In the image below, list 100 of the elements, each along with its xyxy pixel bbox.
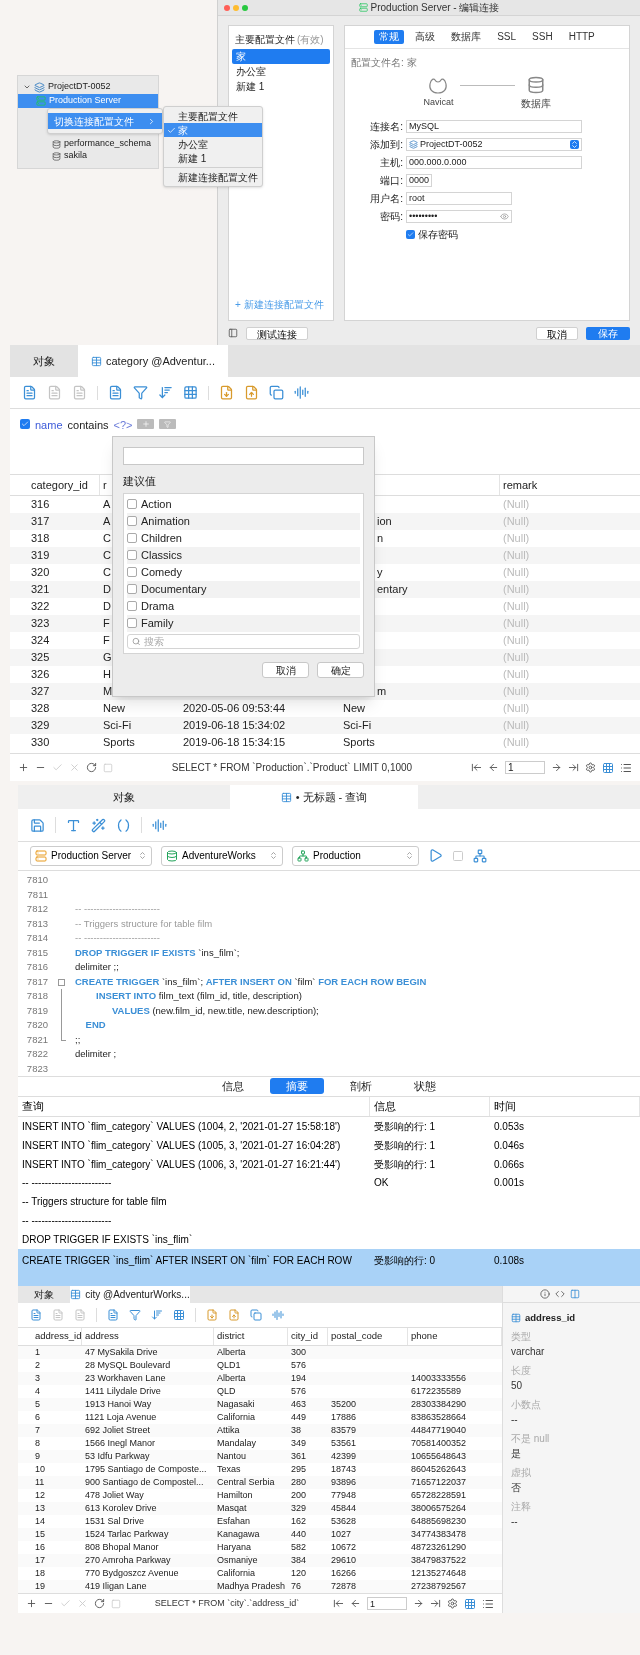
tab[interactable]: 状態 <box>398 1078 452 1095</box>
tab[interactable]: 高级 <box>410 30 441 44</box>
stop-icon[interactable] <box>452 849 464 862</box>
record-icon[interactable] <box>52 1309 64 1321</box>
column-header[interactable]: r <box>103 476 107 494</box>
tab[interactable]: category @Adventur... <box>78 345 228 377</box>
column-header[interactable]: phone <box>411 1329 438 1344</box>
add-icon[interactable] <box>26 1598 37 1609</box>
apply-filter-button[interactable] <box>159 419 177 429</box>
ok-button[interactable]: 确定 <box>317 661 364 678</box>
input-field[interactable]: ••••••••• <box>406 210 512 223</box>
record-icon[interactable] <box>74 1309 86 1321</box>
tab[interactable]: 摘要 <box>270 1078 324 1095</box>
select-field[interactable]: ProjectDT-0052 <box>406 138 582 151</box>
tab[interactable]: SSL <box>492 30 522 44</box>
previous-icon[interactable] <box>350 1598 361 1609</box>
filter-value[interactable]: <?> <box>113 417 133 434</box>
info-icon[interactable] <box>540 1289 550 1299</box>
magic-wand-icon[interactable] <box>91 817 106 833</box>
tree-item[interactable]: performance_schema <box>18 138 158 150</box>
tab[interactable]: 对象 <box>18 1286 70 1303</box>
menu-item[interactable]: 新建 1 <box>164 151 262 165</box>
menu-item[interactable]: 主要配置文件 <box>164 109 262 123</box>
tab[interactable]: 数据库 <box>446 30 487 44</box>
sidebar-icon[interactable] <box>228 328 238 338</box>
column-header[interactable]: category_id <box>31 476 88 494</box>
next-icon[interactable] <box>551 762 562 773</box>
next-icon[interactable] <box>413 1598 424 1609</box>
result-row[interactable]: -- ------------------------ OK 0.001s <box>18 1173 640 1193</box>
column-header[interactable]: 信息 <box>374 1098 396 1115</box>
page-field[interactable]: 1 <box>367 1597 407 1610</box>
cancel-button[interactable]: 取消 <box>262 661 309 678</box>
menu-item[interactable]: 新建连接配置文件 <box>164 170 262 184</box>
save-icon[interactable] <box>30 817 45 833</box>
settings-icon[interactable] <box>447 1598 458 1609</box>
input-field[interactable]: MySQL <box>406 120 582 133</box>
export-icon[interactable] <box>244 385 259 400</box>
tab[interactable]: HTTP <box>563 30 600 44</box>
tab[interactable]: city @AdventurWorks... <box>70 1286 190 1303</box>
column-header[interactable]: district <box>217 1329 245 1344</box>
previous-icon[interactable] <box>488 762 499 773</box>
filter-operator[interactable]: contains <box>67 417 109 434</box>
add-filter-button[interactable] <box>137 419 155 429</box>
checkbox[interactable] <box>127 567 137 577</box>
result-row[interactable]: -- ------------------------ <box>18 1211 640 1231</box>
tab[interactable]: 对象 <box>18 785 230 810</box>
record-icon[interactable] <box>72 385 87 400</box>
tab[interactable]: 剖析 <box>334 1078 388 1095</box>
grid-icon[interactable] <box>173 1309 185 1321</box>
column-header[interactable]: 时间 <box>494 1098 516 1115</box>
input-field[interactable] <box>123 447 364 465</box>
option-item[interactable]: Children <box>127 529 360 547</box>
copy-icon[interactable] <box>250 1309 262 1321</box>
explain-icon[interactable] <box>473 848 487 863</box>
checkbox[interactable] <box>127 516 137 526</box>
select-field[interactable]: Production Server <box>30 845 152 866</box>
sort-icon[interactable] <box>151 1309 163 1321</box>
chart-icon[interactable] <box>152 817 167 833</box>
option-item[interactable]: Documentary <box>127 580 360 598</box>
column-header[interactable]: 查询 <box>22 1098 44 1115</box>
refresh-icon[interactable] <box>94 1598 105 1609</box>
first-page-icon[interactable] <box>333 1598 344 1609</box>
column-header[interactable]: postal_code <box>331 1329 383 1344</box>
profile-item[interactable]: 办公室 <box>232 64 330 79</box>
select-field[interactable]: AdventureWorks <box>161 845 283 866</box>
form-view-icon[interactable] <box>482 1597 494 1610</box>
filter-icon[interactable] <box>129 1309 141 1321</box>
parentheses-icon[interactable] <box>116 817 131 833</box>
select-field[interactable]: Production <box>292 845 419 866</box>
checkbox[interactable] <box>127 533 137 543</box>
tree-item[interactable]: sakila <box>18 150 158 162</box>
grid-view-icon[interactable] <box>464 1597 476 1610</box>
last-page-icon[interactable] <box>430 1598 441 1609</box>
input-field[interactable]: root <box>406 192 512 205</box>
copy-icon[interactable] <box>269 385 284 400</box>
filter-icon[interactable] <box>133 385 148 400</box>
form-view-icon[interactable] <box>620 761 632 774</box>
result-row[interactable]: CREATE TRIGGER `ins_flim` AFTER INSERT ON `film` FOR EACH ROW 受影响的行: 0 0.108s <box>18 1249 640 1286</box>
tab[interactable]: 信息 <box>206 1078 260 1095</box>
run-icon[interactable] <box>428 848 443 864</box>
cancel-button[interactable]: 取消 <box>536 326 578 340</box>
chart-icon[interactable] <box>294 385 309 400</box>
add-record-icon[interactable] <box>30 1309 42 1321</box>
option-item[interactable]: Comedy <box>127 563 360 581</box>
tab[interactable]: • 无标题 - 查询 <box>230 785 418 810</box>
document-icon[interactable] <box>107 1309 119 1321</box>
first-page-icon[interactable] <box>471 762 482 773</box>
column-header[interactable]: remark <box>503 476 538 494</box>
tab[interactable]: SSH <box>527 30 558 44</box>
checkbox[interactable] <box>127 584 137 594</box>
filter-field[interactable]: name <box>35 417 63 434</box>
result-row[interactable]: INSERT INTO `flim_category` VALUES (1006, 3, '2021-01-27 16:21:44') 受影响的行: 1 0.066s <box>18 1154 640 1174</box>
checkbox[interactable] <box>127 618 137 628</box>
profile-item[interactable]: 新建 1 <box>232 79 330 94</box>
last-page-icon[interactable] <box>568 762 579 773</box>
document-icon[interactable] <box>108 385 123 400</box>
column-header[interactable]: city_id <box>291 1329 318 1344</box>
result-row[interactable]: INSERT INTO `flim_category` VALUES (1004, 2, '2021-01-27 15:58:18') 受影响的行: 1 0.053s <box>18 1116 640 1136</box>
page-field[interactable]: 1 <box>505 761 545 774</box>
option-item[interactable]: Action <box>127 495 360 513</box>
